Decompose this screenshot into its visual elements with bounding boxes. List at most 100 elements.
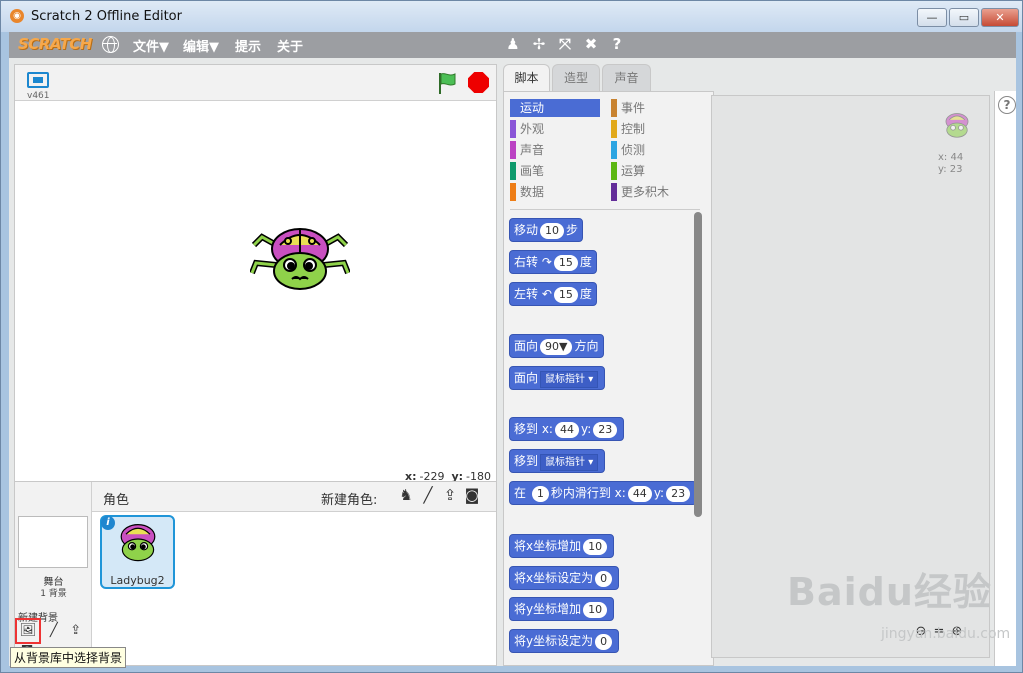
paint-sprite-icon[interactable]: ╱ xyxy=(417,486,439,506)
block-point-towards[interactable]: 面向 鼠标指针 ▾ xyxy=(509,366,606,390)
block-text: 将x坐标增加 xyxy=(514,539,582,553)
block-dropdown[interactable]: 鼠标指针 ▾ xyxy=(540,371,599,388)
sprite-x: x: 44 xyxy=(938,152,964,163)
category-data[interactable]: 数据 xyxy=(510,183,544,201)
stamp-icon[interactable]: ♟ xyxy=(503,35,523,53)
green-flag-icon[interactable] xyxy=(436,71,458,95)
block-input[interactable]: 15 xyxy=(553,255,578,271)
ladybug-sprite[interactable] xyxy=(250,225,350,291)
sprite-library-icon[interactable]: ♞ xyxy=(395,486,417,506)
block-input[interactable]: 23 xyxy=(666,486,691,502)
backdrop-count: 1 背景 xyxy=(40,589,67,599)
menu-bar: SCRATCH 文件▼ 编辑▼ 提示 关于 ♟ ✢ ⤧ ✖ ? xyxy=(9,32,1016,58)
block-text: 将y坐标增加 xyxy=(514,602,582,616)
block-move[interactable]: 移动 10 步 xyxy=(509,218,584,242)
tab-costumes[interactable]: 造型 xyxy=(552,64,600,91)
block-text: 面向 xyxy=(514,339,539,353)
block-set-x[interactable]: 将x坐标设定为 0 xyxy=(509,566,620,590)
stop-icon[interactable] xyxy=(468,72,489,93)
block-goto-xy[interactable]: 移到 x: 44 y: 23 xyxy=(509,417,625,441)
category-looks[interactable]: 外观 xyxy=(510,120,544,138)
block-input[interactable]: 10 xyxy=(583,602,608,618)
watermark-logo: Baidu经验 xyxy=(787,570,992,614)
palette-scrollbar[interactable] xyxy=(694,212,702,517)
cut-icon[interactable]: ✢ xyxy=(529,35,549,53)
help-icon[interactable]: ? xyxy=(607,35,627,53)
block-input[interactable]: 0 xyxy=(595,571,613,587)
block-text: 步 xyxy=(566,223,579,237)
category-events[interactable]: 事件 xyxy=(611,99,645,117)
tab-sounds[interactable]: 声音 xyxy=(602,64,651,91)
block-text: 度 xyxy=(579,255,592,269)
sprite-y: y: 23 xyxy=(938,164,963,175)
sprite-header: 角色 新建角色: ♞ ╱ ⇪ ◙ xyxy=(92,482,496,512)
block-goto[interactable]: 移到 鼠标指针 ▾ xyxy=(509,449,606,473)
block-glide[interactable]: 在 1 秒内滑行到 x: 44 y: 23 xyxy=(509,481,698,505)
block-text: y: xyxy=(580,422,592,436)
menu-file[interactable]: 文件▼ xyxy=(133,36,169,55)
block-input[interactable]: 90▼ xyxy=(540,339,573,355)
block-text: 方向 xyxy=(574,339,599,353)
block-input[interactable]: 10 xyxy=(540,223,565,239)
tab-scripts[interactable]: 脚本 xyxy=(503,64,550,92)
block-input[interactable]: 23 xyxy=(593,422,618,438)
block-input[interactable]: 44 xyxy=(554,422,579,438)
menu-edit[interactable]: 编辑▼ xyxy=(183,36,219,55)
scratch-logo[interactable]: SCRATCH xyxy=(18,35,92,53)
category-motion[interactable]: 运动 xyxy=(510,99,600,117)
language-globe-icon[interactable] xyxy=(102,36,119,53)
help-question-icon[interactable]: ? xyxy=(998,96,1016,114)
block-text: 移到 xyxy=(514,454,539,468)
palette-divider xyxy=(510,209,700,210)
block-input[interactable]: 15 xyxy=(553,287,578,303)
category-sensing[interactable]: 侦测 xyxy=(611,141,645,159)
block-text: 移到 x: xyxy=(514,422,553,436)
block-change-x[interactable]: 将x坐标增加 10 xyxy=(509,534,615,558)
sprites-title: 角色 xyxy=(103,493,130,508)
block-turn-left[interactable]: 左转 ↶ 15 度 xyxy=(509,282,597,306)
stage-thumbnail[interactable] xyxy=(18,516,88,568)
watermark-url: jingyan.baidu.com xyxy=(881,626,1011,642)
dropdown-value: 鼠标指针 xyxy=(545,374,586,385)
grow-icon[interactable]: ⤧ xyxy=(555,35,575,53)
fullscreen-icon[interactable] xyxy=(27,72,49,88)
category-pen[interactable]: 画笔 xyxy=(510,162,544,180)
rotate-ccw-icon: ↶ xyxy=(541,287,552,301)
upload-icon[interactable]: ⇪ xyxy=(67,623,85,641)
stage[interactable]: v461 x: -229 y: -180 xyxy=(14,64,497,483)
block-input[interactable]: 0 xyxy=(595,634,613,650)
minimize-button[interactable]: — xyxy=(917,8,947,27)
version-label: v461 xyxy=(27,91,50,101)
block-turn-right[interactable]: 右转 ↷ 15 度 xyxy=(509,250,597,274)
sprite-pane: 舞台 1 背景 新建背景 🖼 ╱ ⇪ ◙ 角色 新建角色: ♞╱⇪◙ i xyxy=(14,481,497,666)
block-input[interactable]: 10 xyxy=(583,539,608,555)
block-set-y[interactable]: 将y坐标设定为 0 xyxy=(509,629,620,653)
sprite-thumbnail[interactable]: i Ladybug2 xyxy=(100,515,175,589)
block-change-y[interactable]: 将y坐标增加 10 xyxy=(509,597,615,621)
close-button[interactable]: ✕ xyxy=(981,8,1019,27)
block-input[interactable]: 1 xyxy=(531,486,549,502)
category-control[interactable]: 控制 xyxy=(611,120,645,138)
block-text: 左转 xyxy=(514,287,539,301)
category-more-blocks[interactable]: 更多积木 xyxy=(611,183,669,201)
paint-brush-icon[interactable]: ╱ xyxy=(45,623,63,641)
backdrop-library-icon[interactable]: 🖼 xyxy=(15,618,41,644)
menu-about[interactable]: 关于 xyxy=(277,36,303,55)
block-dropdown[interactable]: 鼠标指针 ▾ xyxy=(540,454,599,471)
help-pane: ? xyxy=(994,91,1016,666)
stage-header: v461 xyxy=(15,65,496,101)
shrink-icon[interactable]: ✖ xyxy=(581,35,601,53)
ladybug-faded-icon xyxy=(945,113,969,138)
upload-sprite-icon[interactable]: ⇪ xyxy=(439,486,461,506)
block-palette: 运动 事件 外观 控制 声音 侦测 画笔 运算 数据 更多积木 移动 10 步 右转… xyxy=(503,91,714,666)
block-input[interactable]: 44 xyxy=(627,486,652,502)
block-text: 将y坐标设定为 xyxy=(514,634,594,648)
maximize-button[interactable]: ▭ xyxy=(949,8,979,27)
menu-tips[interactable]: 提示 xyxy=(235,36,261,55)
stage-column: 舞台 1 背景 新建背景 🖼 ╱ ⇪ ◙ xyxy=(15,482,92,665)
block-point-direction[interactable]: 面向 90▼ 方向 xyxy=(509,334,604,358)
category-operators[interactable]: 运算 xyxy=(611,162,645,180)
camera-sprite-icon[interactable]: ◙ xyxy=(461,486,483,506)
category-sound[interactable]: 声音 xyxy=(510,141,544,159)
block-text: 右转 xyxy=(514,255,539,269)
